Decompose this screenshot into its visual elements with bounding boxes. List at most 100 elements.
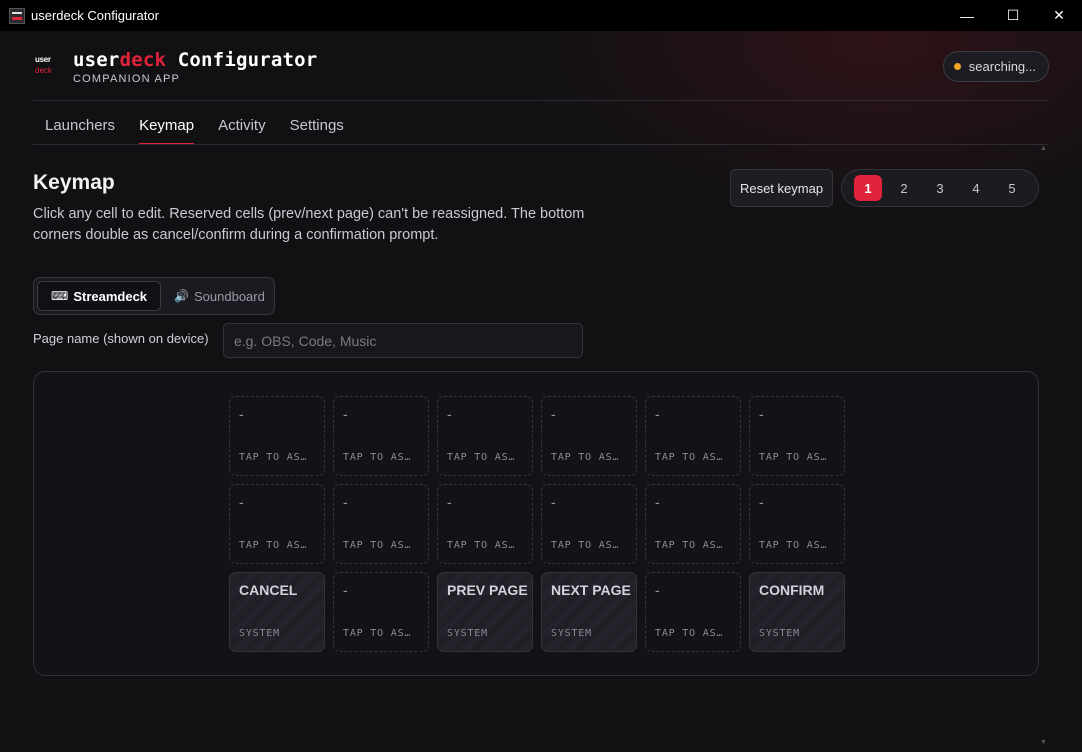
key-cell[interactable]: - TAP TO AS… bbox=[541, 484, 637, 564]
page-title: Keymap bbox=[33, 171, 115, 194]
device-status-label: searching... bbox=[968, 59, 1036, 74]
key-subtitle: TAP TO AS… bbox=[343, 628, 412, 639]
speaker-icon: 🔊 bbox=[174, 289, 189, 303]
key-subtitle: TAP TO AS… bbox=[551, 540, 620, 551]
reserved-key-prev-page: PREV PAGE SYSTEM bbox=[437, 572, 533, 652]
key-cell[interactable]: - TAP TO AS… bbox=[229, 484, 325, 564]
mode-label: Streamdeck bbox=[73, 288, 148, 304]
key-subtitle: SYSTEM bbox=[447, 628, 488, 639]
app-title-configurator: Configurator bbox=[166, 49, 318, 71]
reset-keymap-button[interactable]: Reset keymap bbox=[730, 169, 833, 207]
key-subtitle: TAP TO AS… bbox=[655, 628, 724, 639]
scroll-up-arrow-icon[interactable]: ▲ bbox=[1040, 145, 1048, 152]
key-title: - bbox=[759, 406, 764, 422]
reserved-key-cancel: CANCEL SYSTEM bbox=[229, 572, 325, 652]
key-subtitle: TAP TO AS… bbox=[239, 452, 308, 463]
reserved-key-confirm: CONFIRM SYSTEM bbox=[749, 572, 845, 652]
key-cell[interactable]: - TAP TO AS… bbox=[333, 484, 429, 564]
device-status-badge[interactable]: searching... bbox=[942, 51, 1049, 82]
logo-text-bottom: deck bbox=[35, 66, 52, 75]
window-titlebar: userdeck Configurator — ☐ ✕ bbox=[0, 0, 1082, 31]
key-subtitle: TAP TO AS… bbox=[655, 540, 724, 551]
key-cell[interactable]: - TAP TO AS… bbox=[749, 484, 845, 564]
key-subtitle: SYSTEM bbox=[551, 628, 592, 639]
logo-text-top: user bbox=[35, 55, 51, 64]
key-title: - bbox=[655, 582, 660, 598]
key-subtitle: TAP TO AS… bbox=[343, 452, 412, 463]
key-cell[interactable]: - TAP TO AS… bbox=[333, 572, 429, 652]
tab-launchers[interactable]: Launchers bbox=[33, 111, 127, 145]
keyboard-icon: ⌨ bbox=[51, 289, 69, 303]
key-subtitle: TAP TO AS… bbox=[759, 540, 828, 551]
key-title: - bbox=[343, 582, 348, 598]
app-title-user: user bbox=[73, 49, 120, 71]
tabs-divider bbox=[33, 144, 1049, 145]
page-button-2[interactable]: 2 bbox=[890, 175, 918, 201]
key-title: - bbox=[655, 406, 660, 422]
window-controls: — ☐ ✕ bbox=[944, 0, 1082, 31]
key-cell[interactable]: - TAP TO AS… bbox=[645, 396, 741, 476]
header-divider bbox=[33, 100, 1049, 101]
page-name-input[interactable] bbox=[223, 323, 583, 358]
key-title: - bbox=[239, 494, 244, 510]
key-title: CONFIRM bbox=[759, 582, 825, 598]
page-button-4[interactable]: 4 bbox=[962, 175, 990, 201]
key-title: - bbox=[759, 494, 764, 510]
key-cell[interactable]: - TAP TO AS… bbox=[229, 396, 325, 476]
key-subtitle: SYSTEM bbox=[759, 628, 800, 639]
page-button-1[interactable]: 1 bbox=[854, 175, 882, 201]
key-cell[interactable]: - TAP TO AS… bbox=[645, 484, 741, 564]
brand-logo: user deck bbox=[33, 55, 55, 81]
key-title: - bbox=[551, 494, 556, 510]
app-title: userdeck Configurator bbox=[73, 49, 317, 71]
key-title: PREV PAGE bbox=[447, 582, 528, 598]
app-subtitle: COMPANION APP bbox=[73, 73, 181, 85]
key-title: - bbox=[239, 406, 244, 422]
key-title: - bbox=[343, 406, 348, 422]
key-subtitle: SYSTEM bbox=[239, 628, 280, 639]
key-subtitle: TAP TO AS… bbox=[551, 452, 620, 463]
key-cell[interactable]: - TAP TO AS… bbox=[645, 572, 741, 652]
key-title: - bbox=[447, 406, 452, 422]
key-cell[interactable]: - TAP TO AS… bbox=[749, 396, 845, 476]
page-description: Click any cell to edit. Reserved cells (… bbox=[33, 206, 585, 243]
key-grid-panel: - TAP TO AS… - TAP TO AS… - TAP TO AS… - TAP TO… bbox=[33, 371, 1039, 676]
key-title: CANCEL bbox=[239, 582, 298, 598]
key-title: NEXT PAGE bbox=[551, 582, 631, 598]
scroll-down-arrow-icon[interactable]: ▼ bbox=[1040, 739, 1048, 746]
status-dot-icon bbox=[953, 63, 961, 70]
page-name-label: Page name (shown on device) bbox=[33, 331, 209, 346]
window-title: userdeck Configurator bbox=[31, 8, 159, 23]
maximize-button[interactable]: ☐ bbox=[990, 0, 1036, 31]
key-subtitle: TAP TO AS… bbox=[655, 452, 724, 463]
key-subtitle: TAP TO AS… bbox=[447, 540, 516, 551]
tab-settings[interactable]: Settings bbox=[278, 111, 356, 145]
mode-soundboard-button[interactable]: 🔊 Soundboard bbox=[161, 281, 278, 311]
key-cell[interactable]: - TAP TO AS… bbox=[541, 396, 637, 476]
page-button-3[interactable]: 3 bbox=[926, 175, 954, 201]
app-content: user deck userdeck Configurator COMPANIO… bbox=[0, 31, 1082, 752]
page-selector: 12345 bbox=[841, 169, 1039, 207]
mode-streamdeck-button[interactable]: ⌨ Streamdeck bbox=[37, 281, 162, 311]
key-subtitle: TAP TO AS… bbox=[239, 540, 308, 551]
mode-switch: ⌨ Streamdeck 🔊 Soundboard bbox=[33, 277, 275, 315]
key-title: - bbox=[551, 406, 556, 422]
close-button[interactable]: ✕ bbox=[1036, 0, 1082, 31]
app-title-deck: deck bbox=[119, 49, 167, 71]
reserved-key-next-page: NEXT PAGE SYSTEM bbox=[541, 572, 637, 652]
key-title: - bbox=[343, 494, 348, 510]
brand-block: userdeck Configurator COMPANION APP bbox=[73, 49, 317, 85]
key-cell[interactable]: - TAP TO AS… bbox=[333, 396, 429, 476]
tab-activity[interactable]: Activity bbox=[206, 111, 278, 145]
tab-keymap[interactable]: Keymap bbox=[127, 111, 206, 145]
key-subtitle: TAP TO AS… bbox=[447, 452, 516, 463]
minimize-button[interactable]: — bbox=[944, 0, 990, 31]
key-title: - bbox=[447, 494, 452, 510]
key-cell[interactable]: - TAP TO AS… bbox=[437, 396, 533, 476]
key-subtitle: TAP TO AS… bbox=[343, 540, 412, 551]
key-subtitle: TAP TO AS… bbox=[759, 452, 828, 463]
page-button-5[interactable]: 5 bbox=[998, 175, 1026, 201]
mode-label: Soundboard bbox=[194, 288, 265, 304]
app-header: user deck userdeck Configurator COMPANIO… bbox=[33, 49, 1049, 101]
key-cell[interactable]: - TAP TO AS… bbox=[437, 484, 533, 564]
